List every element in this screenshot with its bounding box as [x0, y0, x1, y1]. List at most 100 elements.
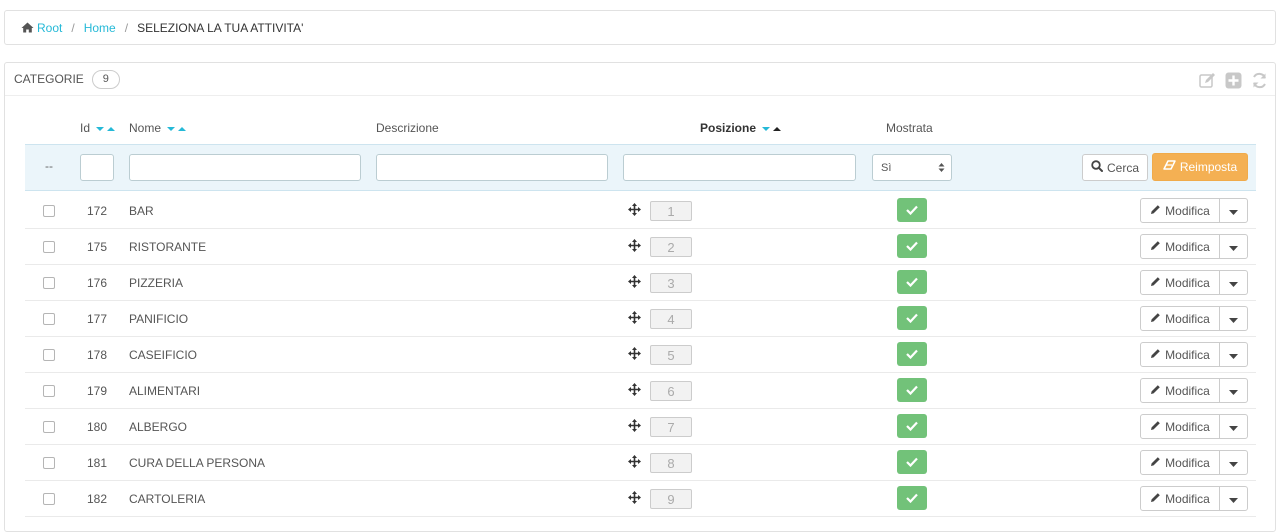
row-checkbox[interactable] — [43, 277, 55, 289]
column-header-name-label: Nome — [129, 121, 162, 135]
edit-icon[interactable] — [1197, 70, 1217, 90]
edit-button-label: Modifica — [1165, 239, 1210, 254]
cell-id: 182 — [87, 492, 108, 506]
breadcrumb-home[interactable]: Home — [84, 21, 116, 35]
edit-button[interactable]: Modifica — [1140, 342, 1220, 367]
edit-button[interactable]: Modifica — [1140, 198, 1220, 223]
column-header-name: Nome — [129, 121, 187, 135]
cell-name: PANIFICIO — [129, 312, 189, 326]
sort-icon[interactable] — [166, 122, 187, 136]
row-actions-dropdown[interactable] — [1219, 306, 1248, 331]
filter-id-input[interactable] — [80, 154, 114, 181]
pencil-icon — [1150, 492, 1161, 506]
cell-name: CARTOLERIA — [129, 492, 206, 506]
shown-toggle[interactable] — [897, 234, 927, 258]
search-icon — [1091, 160, 1103, 175]
cell-id: 177 — [87, 312, 108, 326]
shown-toggle[interactable] — [897, 486, 927, 510]
edit-button-label: Modifica — [1165, 383, 1210, 398]
cell-id: 180 — [87, 420, 108, 434]
breadcrumb-root[interactable]: Root — [37, 21, 62, 35]
sort-icon[interactable] — [95, 122, 116, 136]
row-actions-dropdown[interactable] — [1219, 270, 1248, 295]
reset-button[interactable]: Reimposta — [1152, 153, 1248, 181]
shown-toggle[interactable] — [897, 378, 927, 402]
sort-icon[interactable] — [761, 122, 782, 136]
cell-name: CASEIFICIO — [129, 348, 198, 362]
table-row: 182 CARTOLERIA 9 Modifica — [25, 481, 1256, 517]
edit-button[interactable]: Modifica — [1140, 414, 1220, 439]
column-header-position: Posizione — [700, 121, 782, 135]
pencil-icon — [1150, 312, 1161, 326]
drag-handle-icon[interactable] — [628, 347, 641, 363]
shown-toggle[interactable] — [897, 198, 927, 222]
position-value: 1 — [650, 201, 692, 221]
pencil-icon — [1150, 276, 1161, 290]
table-row: 179 ALIMENTARI 6 Modifica — [25, 373, 1256, 409]
search-button[interactable]: Cerca — [1082, 154, 1148, 181]
caret-down-icon — [1229, 312, 1238, 326]
row-actions-dropdown[interactable] — [1219, 234, 1248, 259]
edit-button-label: Modifica — [1165, 491, 1210, 506]
shown-toggle[interactable] — [897, 450, 927, 474]
drag-handle-icon[interactable] — [628, 455, 641, 471]
breadcrumb-separator: / — [124, 20, 129, 35]
row-actions-dropdown[interactable] — [1219, 450, 1248, 475]
drag-handle-icon[interactable] — [628, 419, 641, 435]
filter-position-input[interactable] — [623, 154, 856, 181]
column-header-description: Descrizione — [376, 121, 439, 135]
edit-button[interactable]: Modifica — [1140, 486, 1220, 511]
row-checkbox[interactable] — [43, 313, 55, 325]
column-header-id: Id — [80, 121, 116, 135]
row-actions-dropdown[interactable] — [1219, 414, 1248, 439]
cell-name: PIZZERIA — [129, 276, 184, 290]
pencil-icon — [1150, 456, 1161, 470]
row-checkbox[interactable] — [43, 493, 55, 505]
edit-button[interactable]: Modifica — [1140, 234, 1220, 259]
shown-toggle[interactable] — [897, 342, 927, 366]
caret-down-icon — [1229, 492, 1238, 506]
filter-name-input[interactable] — [129, 154, 361, 181]
shown-toggle[interactable] — [897, 414, 927, 438]
table-row: 178 CASEIFICIO 5 Modifica — [25, 337, 1256, 373]
filter-shown-select[interactable]: Sì — [872, 154, 952, 181]
shown-toggle[interactable] — [897, 270, 927, 294]
filter-shown-value: Sì — [881, 161, 892, 174]
row-actions-dropdown[interactable] — [1219, 486, 1248, 511]
reset-button-label: Reimposta — [1179, 160, 1238, 174]
caret-down-icon — [1229, 420, 1238, 434]
drag-handle-icon[interactable] — [628, 239, 641, 255]
row-checkbox[interactable] — [43, 385, 55, 397]
row-actions-dropdown[interactable] — [1219, 198, 1248, 223]
position-value: 9 — [650, 489, 692, 509]
drag-handle-icon[interactable] — [628, 491, 641, 507]
drag-handle-icon[interactable] — [628, 203, 641, 219]
filter-description-input[interactable] — [376, 154, 608, 181]
refresh-icon[interactable] — [1249, 70, 1269, 90]
row-checkbox[interactable] — [43, 241, 55, 253]
position-value: 8 — [650, 453, 692, 473]
edit-button[interactable]: Modifica — [1140, 450, 1220, 475]
drag-handle-icon[interactable] — [628, 275, 641, 291]
drag-handle-icon[interactable] — [628, 383, 641, 399]
row-checkbox[interactable] — [43, 421, 55, 433]
shown-toggle[interactable] — [897, 306, 927, 330]
row-actions-dropdown[interactable] — [1219, 378, 1248, 403]
edit-button-label: Modifica — [1165, 419, 1210, 434]
add-icon[interactable] — [1223, 70, 1243, 90]
edit-button[interactable]: Modifica — [1140, 378, 1220, 403]
edit-button[interactable]: Modifica — [1140, 306, 1220, 331]
cell-id: 179 — [87, 384, 108, 398]
caret-down-icon — [1229, 456, 1238, 470]
row-checkbox[interactable] — [43, 457, 55, 469]
pencil-icon — [1150, 240, 1161, 254]
edit-button[interactable]: Modifica — [1140, 270, 1220, 295]
drag-handle-icon[interactable] — [628, 311, 641, 327]
row-actions-dropdown[interactable] — [1219, 342, 1248, 367]
cell-name: RISTORANTE — [129, 240, 207, 254]
row-checkbox[interactable] — [43, 349, 55, 361]
table-row: 176 PIZZERIA 3 Modifica — [25, 265, 1256, 301]
row-checkbox[interactable] — [43, 205, 55, 217]
pencil-icon — [1150, 420, 1161, 434]
select-arrows-icon — [938, 162, 945, 176]
